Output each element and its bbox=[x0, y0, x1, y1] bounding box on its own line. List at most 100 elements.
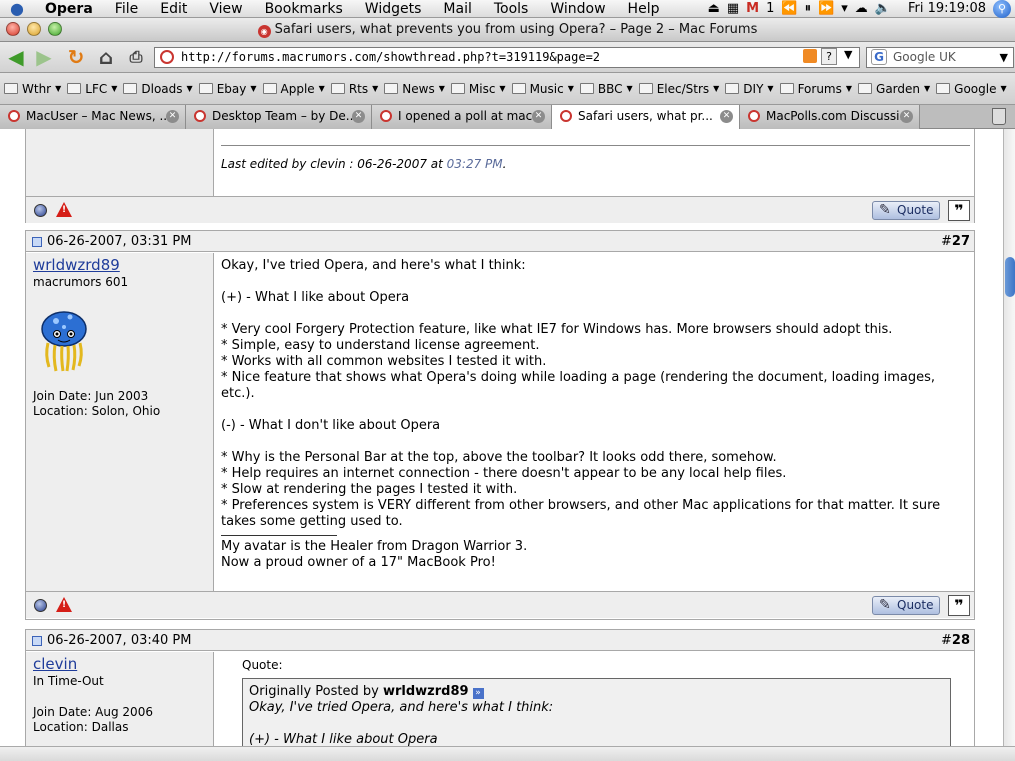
tab-bar: MacUser – Mac News, ... ✕ Desktop Team –… bbox=[0, 105, 1015, 129]
report-post-icon[interactable] bbox=[56, 597, 72, 612]
folder-icon bbox=[638, 83, 653, 94]
menu-bookmarks[interactable]: Bookmarks bbox=[254, 0, 354, 18]
tab-poll[interactable]: I opened a poll at mac... ✕ bbox=[372, 105, 552, 129]
eject-icon[interactable]: ⏏ bbox=[708, 1, 720, 16]
quote-line: Okay, I've tried Opera, and here's what … bbox=[249, 700, 554, 715]
chevron-down-icon: ▼ bbox=[372, 84, 379, 93]
close-tab-icon[interactable]: ✕ bbox=[900, 110, 913, 123]
trash-icon[interactable] bbox=[992, 108, 1006, 125]
tab-safari-users[interactable]: Safari users, what pr... ✕ bbox=[552, 105, 740, 129]
bookmark-folder[interactable]: Dloads ▼ bbox=[123, 82, 194, 96]
search-placeholder: Google UK bbox=[893, 50, 956, 64]
post-icon bbox=[32, 636, 42, 646]
bookmark-folder[interactable]: Misc ▼ bbox=[450, 82, 508, 96]
report-post-icon[interactable] bbox=[56, 202, 72, 217]
tab-macuser[interactable]: MacUser – Mac News, ... ✕ bbox=[0, 105, 186, 129]
bookmark-folder[interactable]: BBC ▼ bbox=[579, 82, 635, 96]
tab-macpolls[interactable]: MacPolls.com Discussi... ✕ bbox=[740, 105, 920, 129]
quote-author: wrldwzrd89 bbox=[382, 684, 469, 699]
bookmark-folder[interactable]: Rts ▼ bbox=[330, 82, 380, 96]
rewind-icon[interactable]: ⏪ bbox=[781, 1, 797, 16]
help-question-icon[interactable]: ? bbox=[821, 48, 837, 65]
location: Location: Solon, Ohio bbox=[33, 404, 161, 418]
forward-icon[interactable]: ⏩ bbox=[818, 1, 834, 16]
post-header: 06-26-2007, 03:31 PM #27 bbox=[26, 231, 974, 252]
close-tab-icon[interactable]: ✕ bbox=[720, 110, 733, 123]
scrollbar-thumb[interactable] bbox=[1005, 257, 1015, 297]
search-dropdown-icon[interactable]: ▼ bbox=[1000, 48, 1008, 67]
close-tab-icon[interactable]: ✕ bbox=[352, 110, 365, 123]
bookmark-folder[interactable]: Elec/Strs ▼ bbox=[638, 82, 722, 96]
multi-quote-icon[interactable]: ❞ bbox=[948, 200, 970, 221]
bookmark-folder[interactable]: News ▼ bbox=[384, 82, 447, 96]
menu-tools[interactable]: Tools bbox=[483, 0, 540, 18]
gmail-icon[interactable]: M bbox=[746, 1, 759, 16]
menu-help[interactable]: Help bbox=[617, 0, 671, 18]
clock[interactable]: Fri 19:19:08 bbox=[908, 1, 986, 16]
spotlight-icon[interactable]: ⚲ bbox=[993, 0, 1011, 18]
address-dropdown-icon[interactable]: ▼ bbox=[844, 48, 852, 61]
bookmark-folder[interactable]: Wthr ▼ bbox=[4, 82, 63, 96]
multi-quote-icon[interactable]: ❞ bbox=[948, 595, 970, 616]
cloud-icon[interactable]: ☁ bbox=[855, 1, 868, 16]
post-header: 06-26-2007, 03:40 PM #28 bbox=[26, 630, 974, 651]
vertical-scrollbar[interactable] bbox=[1003, 129, 1015, 746]
chevron-down-icon: ▼ bbox=[186, 84, 193, 93]
folder-icon bbox=[4, 83, 18, 94]
home-icon[interactable]: ⌂ bbox=[94, 45, 118, 69]
bookmark-folder[interactable]: DIY ▼ bbox=[725, 82, 775, 96]
menu-edit[interactable]: Edit bbox=[149, 0, 198, 18]
apple-menu-icon[interactable]: ● bbox=[0, 0, 34, 18]
bookmark-folder[interactable]: Garden ▼ bbox=[858, 82, 932, 96]
bookmark-folder[interactable]: Forums ▼ bbox=[779, 82, 854, 96]
address-favicon-icon bbox=[160, 50, 174, 64]
folder-icon bbox=[779, 83, 794, 94]
folder-icon bbox=[450, 83, 465, 94]
bookmark-folder[interactable]: Music ▼ bbox=[511, 82, 576, 96]
bookmark-folder[interactable]: Apple ▼ bbox=[262, 82, 327, 96]
forward-icon[interactable]: ▶ bbox=[32, 45, 56, 69]
back-icon[interactable]: ◀ bbox=[4, 45, 28, 69]
dropdown-icon[interactable]: ▾ bbox=[841, 1, 848, 16]
menu-widgets[interactable]: Widgets bbox=[354, 0, 433, 18]
post-date: 06-26-2007, 03:31 PM bbox=[47, 234, 192, 249]
post-number[interactable]: #27 bbox=[941, 231, 970, 252]
search-field[interactable]: G Google UK ▼ bbox=[866, 47, 1014, 68]
bookmark-folder[interactable]: LFC ▼ bbox=[67, 82, 119, 96]
address-bar[interactable]: http://forums.macrumors.com/showthread.p… bbox=[154, 47, 860, 68]
menu-view[interactable]: View bbox=[198, 0, 253, 18]
tab-favicon-icon bbox=[748, 110, 760, 122]
tab-favicon-icon bbox=[380, 110, 392, 122]
post-number[interactable]: #28 bbox=[941, 630, 970, 651]
chevron-down-icon: ▼ bbox=[1000, 84, 1007, 93]
menu-app[interactable]: Opera bbox=[34, 0, 104, 18]
user-avatar[interactable] bbox=[36, 309, 92, 373]
rss-icon[interactable] bbox=[803, 49, 817, 63]
google-icon: G bbox=[871, 49, 887, 65]
window-titlebar: ◉ Safari users, what prevents you from us… bbox=[0, 18, 1015, 42]
close-tab-icon[interactable]: ✕ bbox=[532, 110, 545, 123]
calendar-icon[interactable]: ▦ bbox=[727, 1, 739, 16]
menubar-extras: ⏏ ▦ M 1 ⏪ ⏸ ⏩ ▾ ☁ 🔈 Fri 19:19:08 ⚲ bbox=[708, 0, 1015, 18]
close-tab-icon[interactable]: ✕ bbox=[166, 110, 179, 123]
menu-mail[interactable]: Mail bbox=[432, 0, 482, 18]
bookmark-folder[interactable]: Ebay ▼ bbox=[198, 82, 259, 96]
volume-icon[interactable]: 🔈 bbox=[875, 1, 891, 16]
view-post-icon[interactable]: » bbox=[472, 688, 484, 699]
username-link[interactable]: clevin bbox=[33, 655, 77, 673]
menu-window[interactable]: Window bbox=[539, 0, 616, 18]
menu-file[interactable]: File bbox=[104, 0, 149, 18]
quote-button[interactable]: Quote bbox=[872, 596, 940, 615]
quote-button[interactable]: Quote bbox=[872, 201, 940, 220]
quote-label: Quote: bbox=[242, 658, 283, 672]
tab-desktop-team[interactable]: Desktop Team – by De... ✕ bbox=[186, 105, 372, 129]
horizontal-scrollbar[interactable] bbox=[0, 746, 1015, 761]
folder-icon bbox=[67, 83, 82, 94]
signature: My avatar is the Healer from Dragon Warr… bbox=[221, 539, 528, 570]
bookmark-folder[interactable]: Google ▼ bbox=[936, 82, 1008, 96]
print-icon[interactable]: ⎙ bbox=[124, 45, 148, 69]
reload-icon[interactable]: ↻ bbox=[64, 45, 88, 69]
pause-icon[interactable]: ⏸ bbox=[805, 1, 812, 16]
username-link[interactable]: wrldwzrd89 bbox=[33, 256, 120, 274]
location: Location: Dallas bbox=[33, 720, 129, 734]
